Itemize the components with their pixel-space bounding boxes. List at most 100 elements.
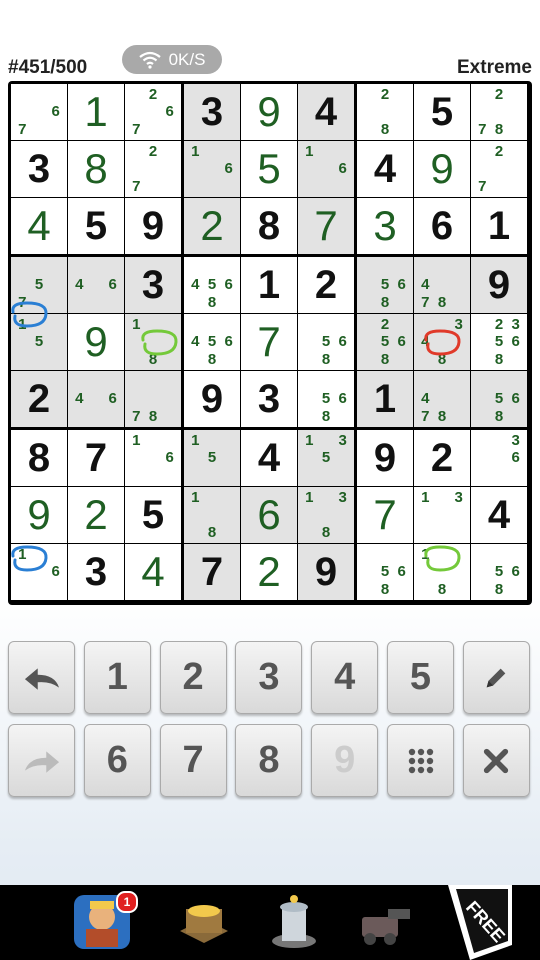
cell-r4c2[interactable]: 46 [68,257,124,313]
tower-icon[interactable] [262,891,326,951]
cell-r8c1[interactable]: 9 [11,487,67,543]
cell-r6c1[interactable]: 2 [11,371,67,427]
undo-button[interactable] [8,641,75,714]
cell-r1c5[interactable]: 9 [241,84,297,140]
cell-r5c2[interactable]: 9 [68,314,124,370]
cell-r9c1[interactable]: 16 [11,544,67,600]
digit-8-button[interactable]: 8 [235,724,303,797]
cell-r1c2[interactable]: 1 [68,84,124,140]
digit-2-button[interactable]: 2 [159,641,227,714]
cell-r6c4[interactable]: 9 [184,371,240,427]
cell-r6c2[interactable]: 46 [68,371,124,427]
cell-r2c2[interactable]: 8 [68,141,124,197]
clear-button[interactable] [462,724,530,797]
cell-r9c7[interactable]: 568 [357,544,413,600]
cell-r7c1[interactable]: 8 [11,430,67,486]
cell-r4c5[interactable]: 1 [241,257,297,313]
cell-r1c4[interactable]: 3 [184,84,240,140]
grid-button[interactable] [387,724,454,797]
redo-button[interactable] [8,724,75,797]
cell-r2c9[interactable]: 27 [471,141,527,197]
game-app-icon[interactable]: 1 [72,891,138,951]
cell-r3c4[interactable]: 2 [184,198,240,254]
cell-r8c2[interactable]: 2 [68,487,124,543]
cell-r3c2[interactable]: 5 [68,198,124,254]
cell-r7c4[interactable]: 15 [184,430,240,486]
cell-r2c4[interactable]: 16 [184,141,240,197]
cell-r5c5[interactable]: 7 [241,314,297,370]
cell-r5c6[interactable]: 568 [298,314,354,370]
cell-r4c1[interactable]: 57 [11,257,67,313]
cell-r9c2[interactable]: 3 [68,544,124,600]
cell-r1c8[interactable]: 5 [414,84,470,140]
gold-storage-icon[interactable] [172,891,236,951]
cell-r9c4[interactable]: 7 [184,544,240,600]
cell-r7c8[interactable]: 2 [414,430,470,486]
cell-r6c5[interactable]: 3 [241,371,297,427]
cell-r3c3[interactable]: 9 [125,198,181,254]
cell-r3c8[interactable]: 6 [414,198,470,254]
digit-1-button[interactable]: 1 [83,641,151,714]
digit-7-button[interactable]: 7 [159,724,227,797]
cell-r8c3[interactable]: 5 [125,487,181,543]
cell-r8c6[interactable]: 1 38 [298,487,354,543]
cell-r7c6[interactable]: 1 35 [298,430,354,486]
cell-r1c7[interactable]: 28 [357,84,413,140]
digit-9-button[interactable]: 9 [311,724,379,797]
cell-r4c6[interactable]: 2 [298,257,354,313]
cell-r1c6[interactable]: 4 [298,84,354,140]
cell-r7c7[interactable]: 9 [357,430,413,486]
cell-r5c4[interactable]: 4568 [184,314,240,370]
free-badge[interactable]: FREE [428,885,512,960]
cell-r3c9[interactable]: 1 [471,198,527,254]
cell-r8c4[interactable]: 18 [184,487,240,543]
cell-r2c6[interactable]: 16 [298,141,354,197]
cell-r2c3[interactable]: 27 [125,141,181,197]
cell-r7c5[interactable]: 4 [241,430,297,486]
cell-r5c3[interactable]: 18 [125,314,181,370]
cell-r7c9[interactable]: 36 [471,430,527,486]
cell-r3c7[interactable]: 3 [357,198,413,254]
cell-r9c8[interactable]: 18 [414,544,470,600]
cell-r3c5[interactable]: 8 [241,198,297,254]
cell-r7c3[interactable]: 16 [125,430,181,486]
cell-r2c7[interactable]: 4 [357,141,413,197]
cell-r3c6[interactable]: 7 [298,198,354,254]
cell-r7c2[interactable]: 7 [68,430,124,486]
digit-3-button[interactable]: 3 [235,641,303,714]
cell-r4c7[interactable]: 568 [357,257,413,313]
cell-r1c3[interactable]: 26 7 [125,84,181,140]
cannon-icon[interactable] [352,891,416,951]
digit-6-button[interactable]: 6 [83,724,151,797]
cell-r8c8[interactable]: 13 [414,487,470,543]
cell-r9c9[interactable]: 568 [471,544,527,600]
cell-r6c3[interactable]: 78 [125,371,181,427]
cell-r6c9[interactable]: 568 [471,371,527,427]
cell-r5c9[interactable]: 23568 [471,314,527,370]
cell-r2c8[interactable]: 9 [414,141,470,197]
cell-r6c7[interactable]: 1 [357,371,413,427]
cell-r6c6[interactable]: 568 [298,371,354,427]
digit-4-button[interactable]: 4 [311,641,379,714]
cell-r9c5[interactable]: 2 [241,544,297,600]
cell-r5c1[interactable]: 15 [11,314,67,370]
cell-r5c7[interactable]: 2568 [357,314,413,370]
cell-r5c8[interactable]: 3 48 [414,314,470,370]
digit-5-button[interactable]: 5 [387,641,454,714]
cell-r9c3[interactable]: 4 [125,544,181,600]
cell-r2c5[interactable]: 5 [241,141,297,197]
cell-r4c9[interactable]: 9 [471,257,527,313]
cell-r8c9[interactable]: 4 [471,487,527,543]
cell-r2c1[interactable]: 3 [11,141,67,197]
cell-r4c4[interactable]: 4568 [184,257,240,313]
cell-r1c1[interactable]: 67 [11,84,67,140]
ad-banner[interactable]: 1 FREE [0,885,540,960]
cell-r9c6[interactable]: 9 [298,544,354,600]
cell-r1c9[interactable]: 278 [471,84,527,140]
cell-r8c5[interactable]: 6 [241,487,297,543]
cell-r4c8[interactable]: 478 [414,257,470,313]
pencil-button[interactable] [462,641,530,714]
cell-r3c1[interactable]: 4 [11,198,67,254]
cell-r6c8[interactable]: 478 [414,371,470,427]
cell-r8c7[interactable]: 7 [357,487,413,543]
